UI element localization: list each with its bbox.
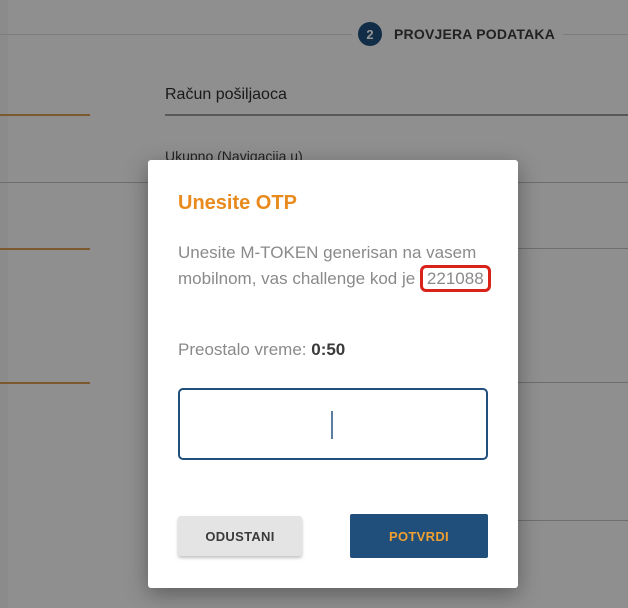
challenge-code: 221088 <box>419 265 491 292</box>
otp-input[interactable] <box>178 388 488 460</box>
dialog-message: Unesite M-TOKEN generisan na vasem mobil… <box>178 240 498 292</box>
otp-dialog: Unesite OTP Unesite M-TOKEN generisan na… <box>148 160 518 588</box>
text-cursor <box>331 411 333 439</box>
confirm-button[interactable]: POTVRDI <box>350 514 488 558</box>
dialog-title: Unesite OTP <box>178 192 297 214</box>
remaining-time-value: 0:50 <box>311 340 346 359</box>
transfer-page: 2 PROVJERA PODATAKA Račun pošiljaoca Uku… <box>0 0 628 608</box>
remaining-time: Preostalo vreme: 0:50 <box>178 340 345 360</box>
remaining-time-label: Preostalo vreme: <box>178 340 307 359</box>
cancel-button[interactable]: ODUSTANI <box>178 516 302 556</box>
